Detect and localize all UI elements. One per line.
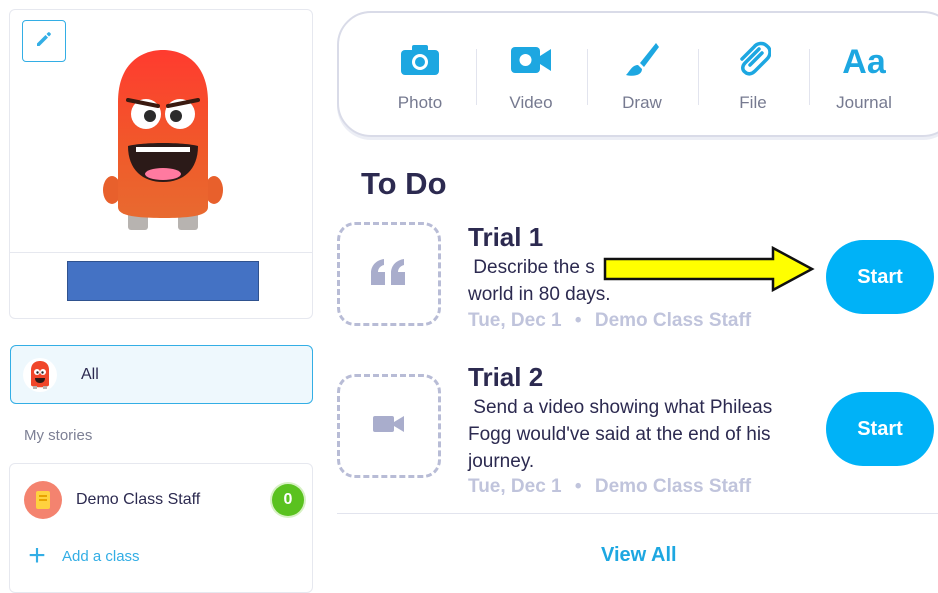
monster-avatar xyxy=(98,42,228,242)
my-stories-label: My stories xyxy=(24,427,93,444)
paperclip-icon xyxy=(735,41,772,84)
todo-title: To Do xyxy=(361,166,447,201)
notebook-icon xyxy=(24,481,62,519)
add-class-button[interactable]: + Add a class xyxy=(26,539,140,572)
todo-item-icon-box xyxy=(337,222,441,326)
tool-journal[interactable]: Aa Journal xyxy=(809,41,919,121)
start-button-trial-1[interactable]: Start xyxy=(826,240,934,314)
class-badge-count: 0 xyxy=(272,484,304,516)
mini-avatar xyxy=(23,357,57,392)
todo-item-description-line1: Describe the s xyxy=(468,257,595,278)
redacted-name-block xyxy=(67,261,259,301)
todo-item-author: Demo Class Staff xyxy=(594,476,752,497)
todo-item-title: Trial 1 xyxy=(468,222,544,252)
tool-file[interactable]: File xyxy=(698,41,808,121)
aa-icon: Aa xyxy=(842,43,886,81)
video-icon xyxy=(372,413,406,440)
edit-profile-button[interactable] xyxy=(22,20,66,62)
todo-item-description-line2: world in 80 days. xyxy=(468,284,611,305)
class-item[interactable]: Demo Class Staff 0 xyxy=(24,480,304,520)
todo-item-date: Tue, Dec 1 xyxy=(468,476,562,497)
annotation-arrow-icon xyxy=(603,245,815,293)
post-type-toolbar: Photo Video Draw File Aa Journal xyxy=(337,11,938,137)
tool-photo-label: Photo xyxy=(397,93,443,112)
tool-draw[interactable]: Draw xyxy=(587,41,697,121)
todo-item-title: Trial 2 xyxy=(468,362,544,392)
tool-file-label: File xyxy=(739,93,767,112)
camera-icon xyxy=(399,43,441,82)
class-name: Demo Class Staff xyxy=(76,491,201,508)
filter-all-label: All xyxy=(81,365,99,383)
profile-divider xyxy=(10,252,312,253)
tool-video[interactable]: Video xyxy=(476,41,586,121)
profile-card xyxy=(9,9,313,319)
list-divider xyxy=(337,513,938,514)
plus-icon: + xyxy=(28,539,46,572)
tool-video-label: Video xyxy=(509,93,553,112)
todo-item-meta: Tue, Dec 1 • Demo Class Staff xyxy=(468,476,751,498)
tool-journal-label: Journal xyxy=(836,93,892,112)
video-camera-icon xyxy=(510,45,552,80)
todo-item-author: Demo Class Staff xyxy=(594,310,752,331)
quote-icon xyxy=(369,257,409,292)
meta-separator: • xyxy=(574,476,582,497)
tool-photo[interactable]: Photo xyxy=(365,41,475,121)
filter-all[interactable]: All xyxy=(10,345,313,404)
todo-item-meta: Tue, Dec 1 • Demo Class Staff xyxy=(468,310,751,332)
todo-item-icon-box xyxy=(337,374,441,478)
view-all-link[interactable]: View All xyxy=(601,544,677,567)
classes-card: Demo Class Staff 0 + Add a class xyxy=(9,463,313,593)
todo-item-description: Send a video showing what Phileas Fogg w… xyxy=(468,397,778,472)
start-button-trial-2[interactable]: Start xyxy=(826,392,934,466)
pencil-icon xyxy=(34,29,54,54)
todo-item-date: Tue, Dec 1 xyxy=(468,310,562,331)
paintbrush-icon xyxy=(624,41,660,84)
meta-separator: • xyxy=(574,310,582,331)
tool-draw-label: Draw xyxy=(622,93,662,112)
add-class-label: Add a class xyxy=(62,547,140,565)
